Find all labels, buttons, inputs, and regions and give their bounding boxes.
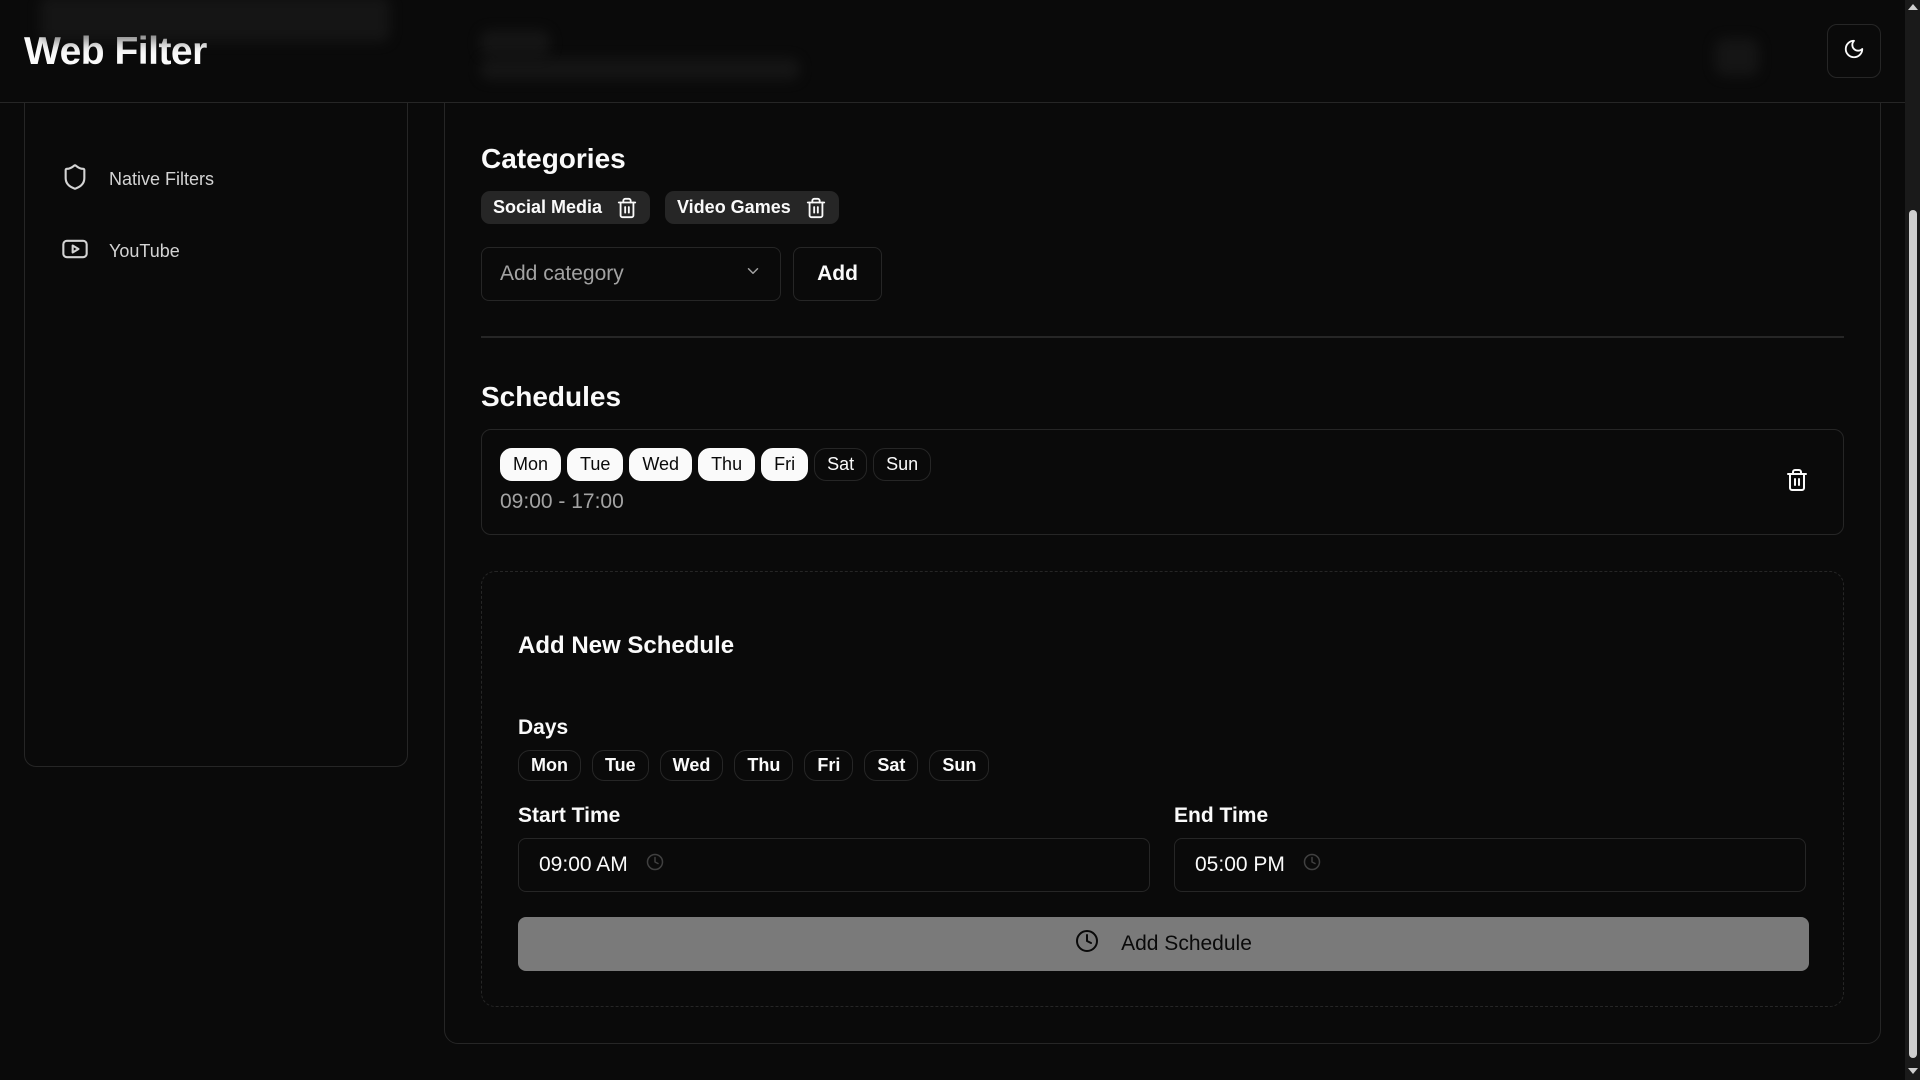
end-time-label: End Time [1174,804,1269,827]
day-toggle-tue[interactable]: Tue [591,750,649,781]
section-divider [481,336,1844,338]
clock-icon [646,853,664,877]
trash-icon[interactable] [805,197,827,219]
chevron-down-icon [744,262,762,286]
shield-icon [61,163,89,196]
category-chip: Social Media [481,191,651,224]
category-chip-label: Social Media [493,197,603,217]
trash-icon[interactable] [1785,468,1809,492]
day-badge-mon: Mon [500,448,562,481]
add-schedule-heading: Add New Schedule [518,632,735,659]
scroll-up-arrow-icon[interactable] [1908,4,1918,10]
categories-heading: Categories [481,143,626,174]
top-bar: Web Filter [0,0,1905,103]
day-toggle-sat[interactable]: Sat [864,750,919,781]
day-toggle-fri[interactable]: Fri [804,750,854,781]
sidebar: Native Filters YouTube [24,60,408,767]
clock-icon [1303,853,1321,877]
sidebar-item-native-filters[interactable]: Native Filters [61,159,381,199]
add-schedule-button[interactable]: Add Schedule [518,917,1809,971]
category-chip: Video Games [665,191,839,224]
scrollbar[interactable] [1905,0,1920,1080]
day-toggle-mon[interactable]: Mon [518,750,581,781]
schedule-days: Mon Tue Wed Thu Fri Sat Sun [500,448,932,481]
add-schedule-card: Add New Schedule Days Mon Tue Wed Thu Fr… [481,571,1844,1007]
schedule-card: Mon Tue Wed Thu Fri Sat Sun 09:00 - 17:0… [481,429,1844,535]
category-chip-label: Video Games [677,197,791,217]
moon-icon [1843,38,1865,65]
scrollbar-thumb[interactable] [1909,210,1917,1058]
day-badge-sat: Sat [814,448,868,481]
blurred-region [480,30,550,56]
sidebar-item-label: Native Filters [109,168,215,189]
schedules-heading: Schedules [481,381,622,412]
start-time-value: 09:00 AM [539,853,628,876]
add-schedule-label: Add Schedule [1121,932,1252,955]
day-toggle-thu[interactable]: Thu [734,750,794,781]
clock-icon [1075,929,1099,959]
end-time-value: 05:00 PM [1195,853,1285,876]
theme-toggle-button[interactable] [1827,24,1881,78]
day-badge-thu: Thu [698,448,756,481]
day-badge-fri: Fri [761,448,809,481]
day-badge-tue: Tue [567,448,624,481]
day-badge-sun: Sun [873,448,932,481]
add-category-button[interactable]: Add [793,247,882,301]
start-time-input[interactable]: 09:00 AM [518,838,1150,892]
sidebar-item-label: YouTube [109,240,180,261]
scroll-down-arrow-icon[interactable] [1908,1068,1918,1074]
trash-icon[interactable] [616,197,638,219]
blurred-region [40,0,390,42]
day-toggle-sun[interactable]: Sun [929,750,990,781]
end-time-input[interactable]: 05:00 PM [1174,838,1806,892]
youtube-icon [61,235,89,268]
day-toggle-wed[interactable]: Wed [659,750,724,781]
day-picker: Mon Tue Wed Thu Fri Sat Sun [518,750,990,781]
day-badge-wed: Wed [629,448,693,481]
blurred-region [480,58,800,80]
category-select[interactable]: Add category [481,247,781,301]
category-select-placeholder: Add category [500,262,624,285]
sidebar-item-youtube[interactable]: YouTube [61,231,381,271]
days-label: Days [518,716,569,739]
start-time-label: Start Time [518,804,621,827]
schedule-time-range: 09:00 - 17:00 [500,490,624,513]
blurred-region [1715,38,1759,76]
